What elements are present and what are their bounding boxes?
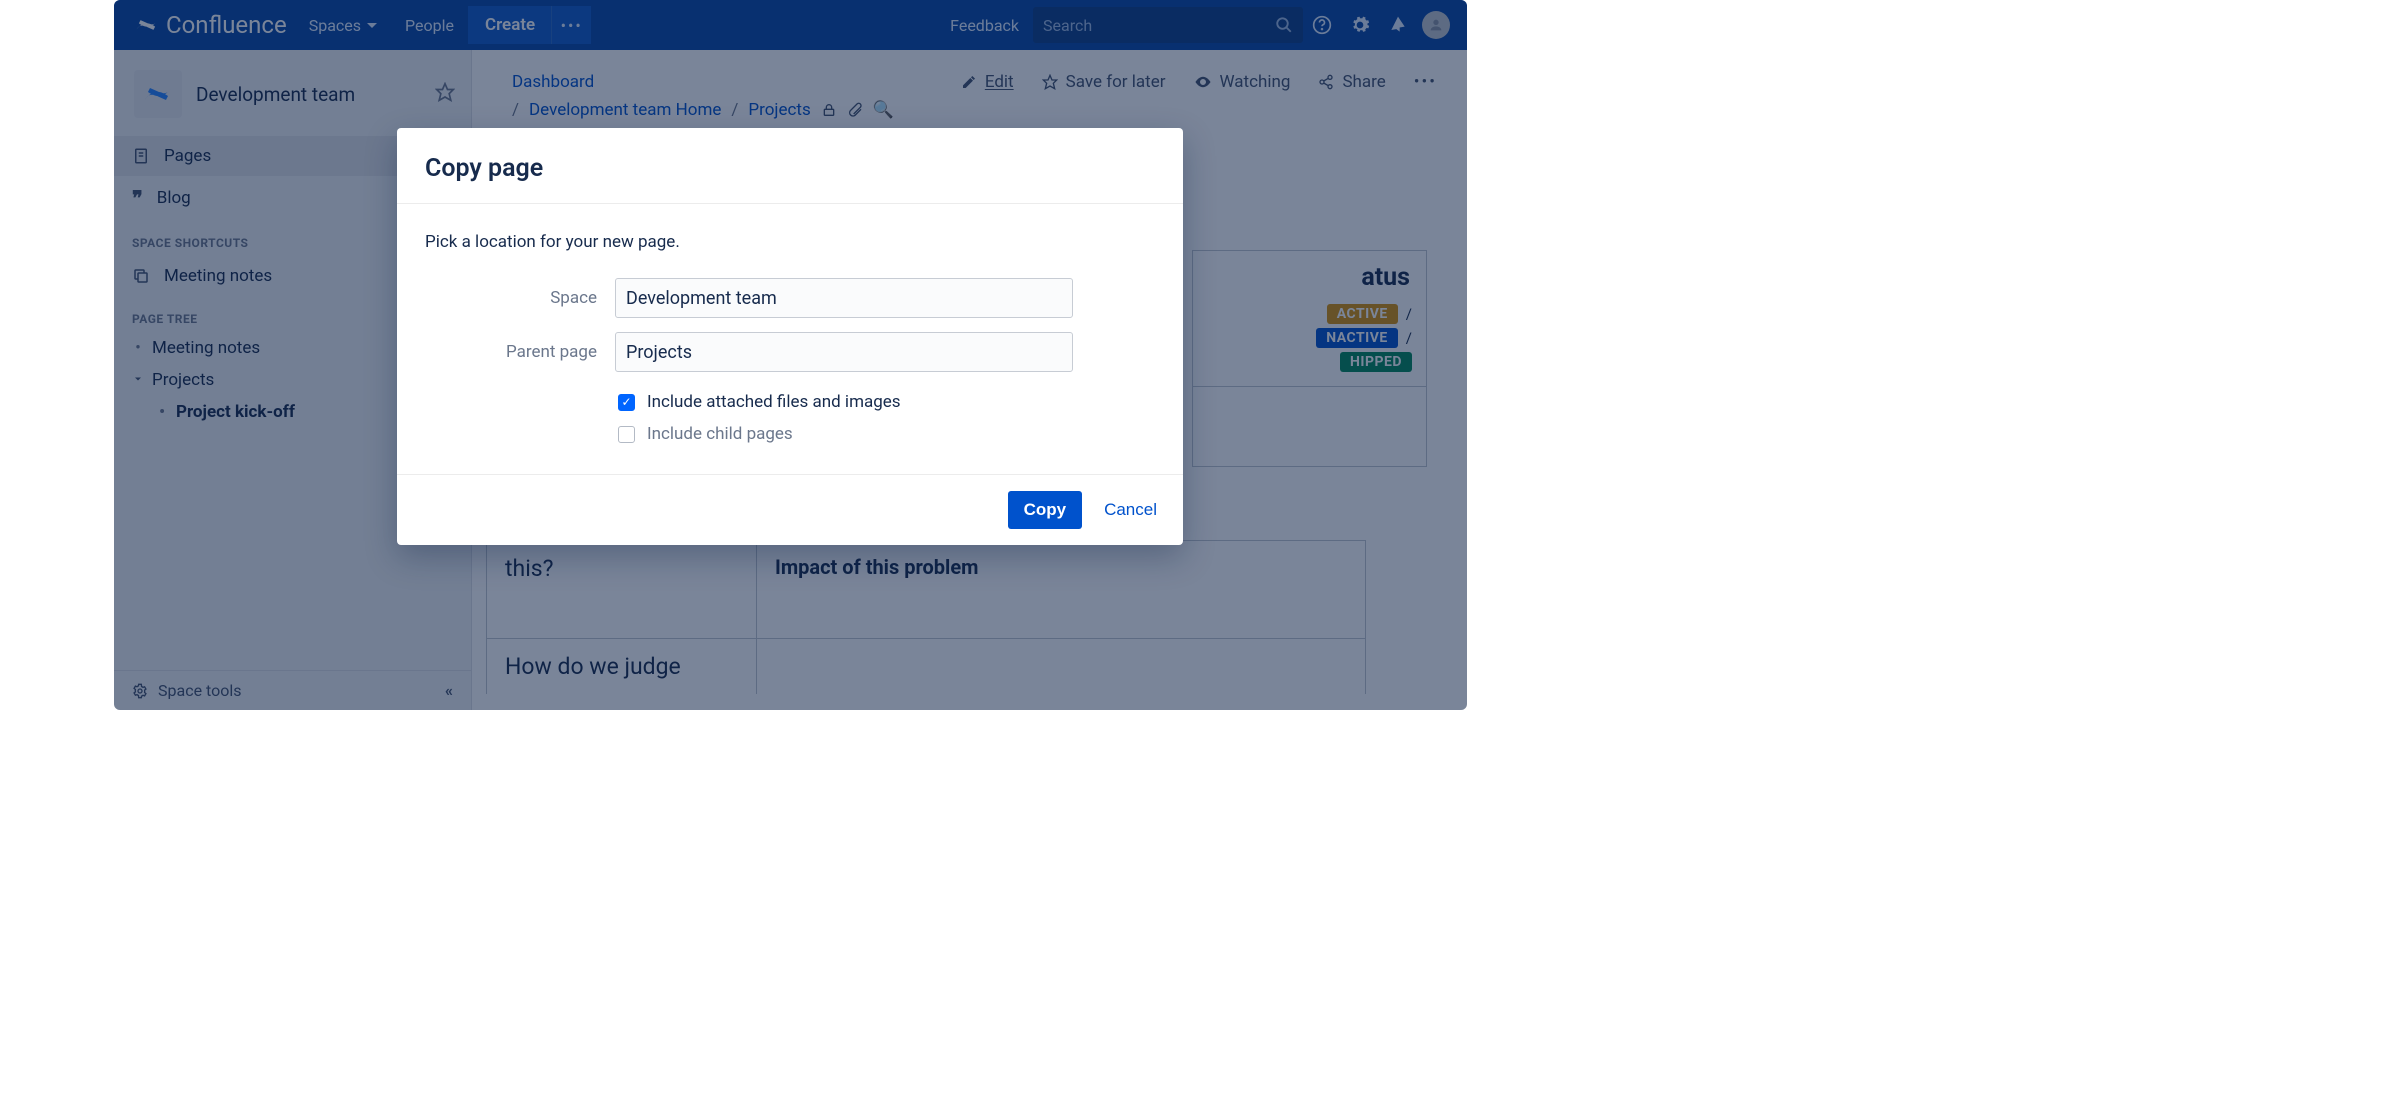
- copy-button[interactable]: Copy: [1008, 491, 1083, 529]
- parent-page-input[interactable]: [615, 332, 1073, 372]
- dialog-description: Pick a location for your new page.: [425, 232, 1155, 252]
- include-files-checkbox-row[interactable]: ✓ Include attached files and images: [618, 386, 1155, 418]
- space-field-label: Space: [425, 288, 615, 308]
- include-children-label: Include child pages: [647, 424, 793, 444]
- checkbox-checked-icon: ✓: [618, 394, 635, 411]
- include-files-label: Include attached files and images: [647, 392, 901, 412]
- dialog-title: Copy page: [397, 128, 1183, 204]
- space-input[interactable]: [615, 278, 1073, 318]
- parent-field-label: Parent page: [425, 342, 615, 362]
- include-children-checkbox-row[interactable]: Include child pages: [618, 418, 1155, 450]
- cancel-button[interactable]: Cancel: [1104, 500, 1157, 520]
- checkbox-unchecked-icon: [618, 426, 635, 443]
- copy-page-dialog: Copy page Pick a location for your new p…: [397, 128, 1183, 545]
